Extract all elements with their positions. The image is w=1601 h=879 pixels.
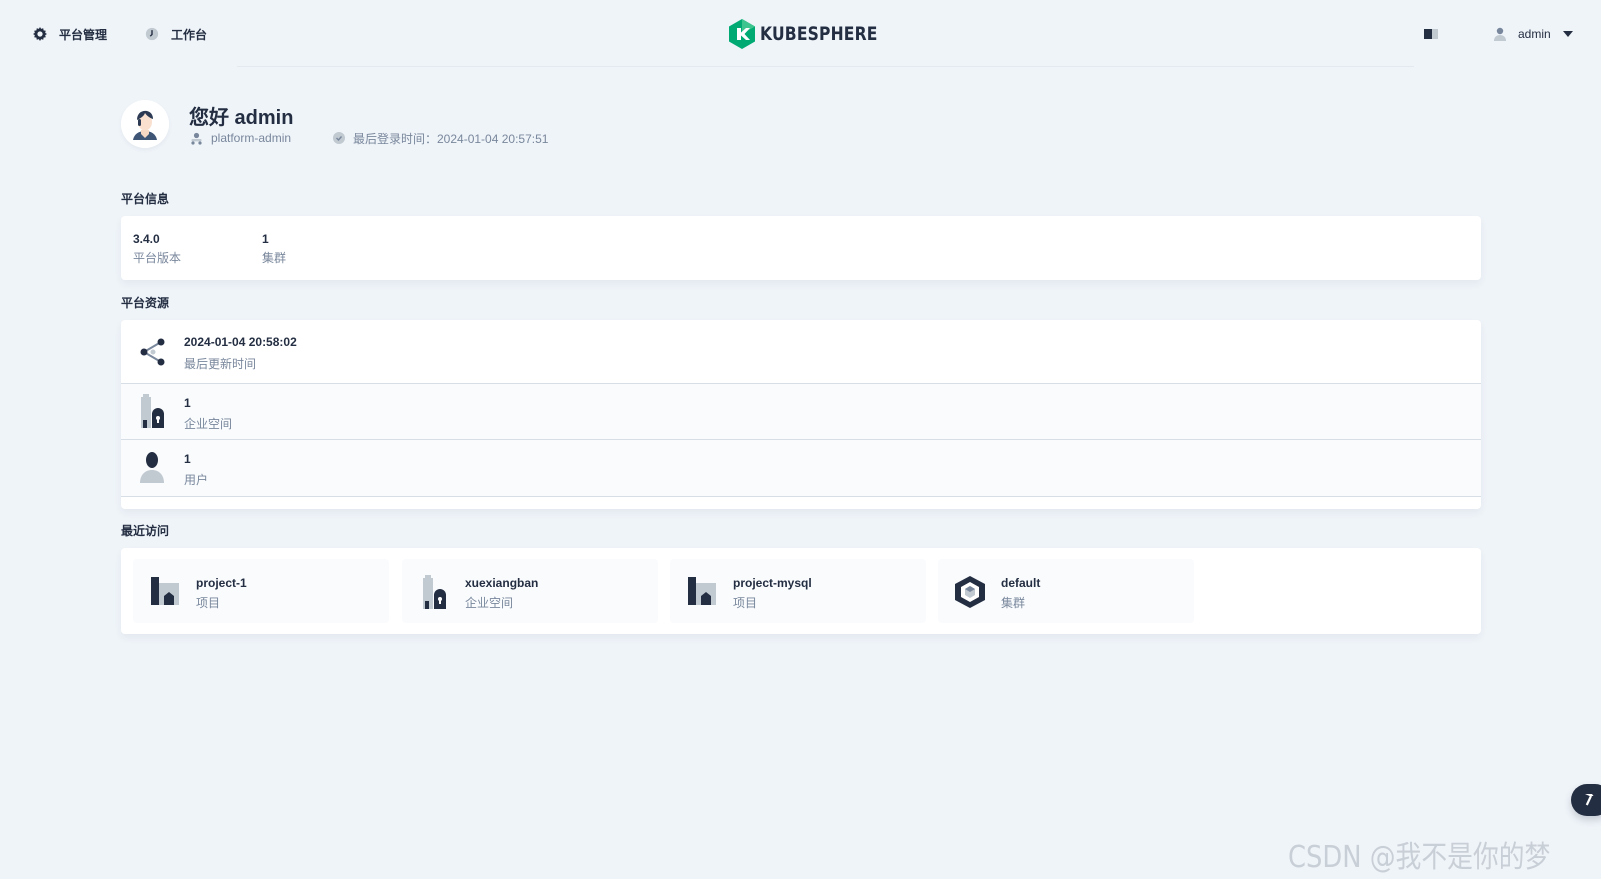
workspace-count-value: 1 (184, 396, 191, 410)
platform-resources-card: 2024-01-04 20:58:02 最后更新时间 1 企业空间 1 用户 (121, 320, 1481, 509)
top-bar: 平台管理 工作台 KUBESPHERE admin (0, 0, 1601, 66)
recent-item-name: project-1 (196, 576, 247, 590)
recent-item-type: 项目 (733, 596, 758, 610)
resource-row-workspaces[interactable]: 1 企业空间 (121, 383, 1481, 439)
gear-icon (33, 27, 47, 41)
platform-version-label: 平台版本 (133, 251, 182, 265)
nav-platform-management[interactable]: 平台管理 (33, 24, 107, 44)
recent-item-xuexiangban[interactable]: xuexiangban 企业空间 (402, 559, 658, 623)
platform-version-value: 3.4.0 (133, 232, 160, 246)
clock-icon (333, 132, 345, 144)
project-icon (688, 577, 716, 605)
workspace-icon (141, 394, 164, 428)
user-count-label: 用户 (184, 473, 209, 487)
role-info: platform-admin (190, 131, 333, 145)
nav-workbench[interactable]: 工作台 (145, 24, 207, 44)
user-icon (140, 452, 164, 483)
project-icon (151, 577, 179, 605)
recent-item-project-mysql[interactable]: project-mysql 项目 (670, 559, 926, 623)
role-name: platform-admin (211, 131, 292, 145)
avatar (121, 100, 169, 148)
toolbox-button[interactable] (1571, 784, 1601, 816)
user-icon (1494, 27, 1506, 41)
recent-item-name: project-mysql (733, 576, 812, 590)
clock-icon (145, 27, 159, 41)
workspace-icon (423, 575, 446, 609)
documentation-icon[interactable] (1424, 27, 1438, 45)
recent-item-default[interactable]: default 集群 (938, 559, 1194, 623)
last-updated-value: 2024-01-04 20:58:02 (184, 335, 297, 349)
caret-down-icon (1562, 31, 1573, 37)
last-login-text: 最后登录时间：2024-01-04 20:57:51 (353, 131, 549, 146)
recent-title: 最近访问 (121, 524, 170, 538)
workspace-count-label: 企业空间 (184, 417, 233, 431)
resource-divider (121, 496, 1481, 497)
header-divider (237, 66, 1414, 67)
nav-workbench-label: 工作台 (171, 27, 208, 42)
user-name: admin (1518, 27, 1551, 41)
nav-platform-label: 平台管理 (59, 27, 108, 42)
user-menu[interactable]: admin (1494, 24, 1573, 44)
role-icon (191, 132, 202, 145)
cluster-count-value: 1 (262, 232, 269, 246)
recent-item-type: 企业空间 (465, 596, 514, 610)
recent-item-type: 项目 (196, 596, 221, 610)
share-nodes-icon (140, 338, 165, 366)
greeting-title: 您好 admin (189, 107, 294, 129)
recent-item-name: default (1001, 576, 1041, 590)
cluster-icon (955, 576, 985, 608)
resource-row-users[interactable]: 1 用户 (121, 439, 1481, 496)
profile-meta: platform-admin 最后登录时间：2024-01-04 20:57:5… (190, 130, 548, 147)
platform-info-title: 平台信息 (121, 192, 170, 206)
cluster-count-label: 集群 (262, 251, 287, 265)
watermark: CSDN @我不是你的梦 (1288, 840, 1551, 875)
recent-item-type: 集群 (1001, 596, 1026, 610)
resource-row-last-updated: 2024-01-04 20:58:02 最后更新时间 (121, 320, 1481, 383)
last-updated-label: 最后更新时间 (184, 357, 257, 371)
last-login-info: 最后登录时间：2024-01-04 20:57:51 (333, 130, 548, 147)
recent-card: project-1 项目 xuexiangban 企业空间 project-my… (121, 548, 1481, 634)
recent-item-project-1[interactable]: project-1 项目 (133, 559, 389, 623)
hammer-icon (1585, 794, 1594, 806)
kubesphere-logo[interactable]: KUBESPHERE (729, 19, 903, 49)
logo-text: KUBESPHERE (760, 23, 878, 45)
platform-info-card: 3.4.0 平台版本 1 集群 (121, 216, 1481, 280)
cluster-count: 1 集群 (262, 230, 286, 268)
user-count-value: 1 (184, 452, 191, 466)
platform-resources-title: 平台资源 (121, 296, 170, 310)
recent-item-name: xuexiangban (465, 576, 539, 590)
kubesphere-logo-icon (729, 19, 755, 49)
platform-version: 3.4.0 平台版本 (133, 230, 181, 268)
